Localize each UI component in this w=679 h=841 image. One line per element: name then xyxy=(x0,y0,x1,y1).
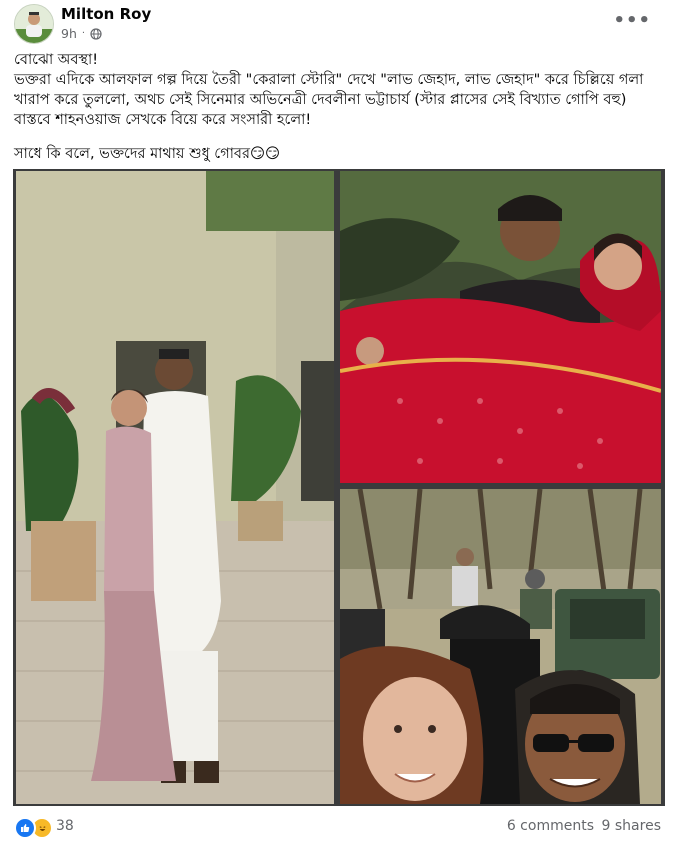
reactions-summary[interactable] xyxy=(14,817,53,839)
photo-couple-carry[interactable] xyxy=(340,171,661,483)
author-avatar[interactable] xyxy=(14,4,54,44)
shares-count-link[interactable]: 9 shares xyxy=(602,818,661,834)
meta-separator: · xyxy=(81,28,86,39)
post-text: বোঝো অবস্থা! ভক্তরা এদিকে আলফাল গল্প দিয… xyxy=(14,50,666,178)
globe-icon xyxy=(90,27,102,40)
photo-grid xyxy=(13,169,665,806)
more-options-icon[interactable]: ••• xyxy=(613,10,651,31)
like-reaction-icon xyxy=(14,817,36,839)
post-text-line-3: সাধে কি বলে, ভক্তদের মাথায় শুধু গোবর😏😏 xyxy=(14,146,281,162)
post-meta: 9h · xyxy=(61,26,102,41)
reaction-count[interactable]: 38 xyxy=(56,818,74,834)
post-header: Milton Roy 9h · ••• xyxy=(14,4,665,44)
facebook-post: Milton Roy 9h · ••• বোঝো অবস্থা! ভক্তরা … xyxy=(0,0,679,841)
post-text-line-2: ভক্তরা এদিকে আলফাল গল্প দিয়ে তৈরী "কেরা… xyxy=(14,72,644,128)
photo-couple-standing[interactable] xyxy=(16,171,334,804)
comments-count-link[interactable]: 6 comments xyxy=(507,818,594,834)
post-time[interactable]: 9h xyxy=(61,26,77,41)
post-text-line-1: বোঝো অবস্থা! xyxy=(14,52,99,68)
photo-selfie-safari[interactable] xyxy=(340,489,661,804)
post-footer: 38 6 comments 9 shares xyxy=(14,815,665,839)
author-name[interactable]: Milton Roy xyxy=(61,5,151,23)
